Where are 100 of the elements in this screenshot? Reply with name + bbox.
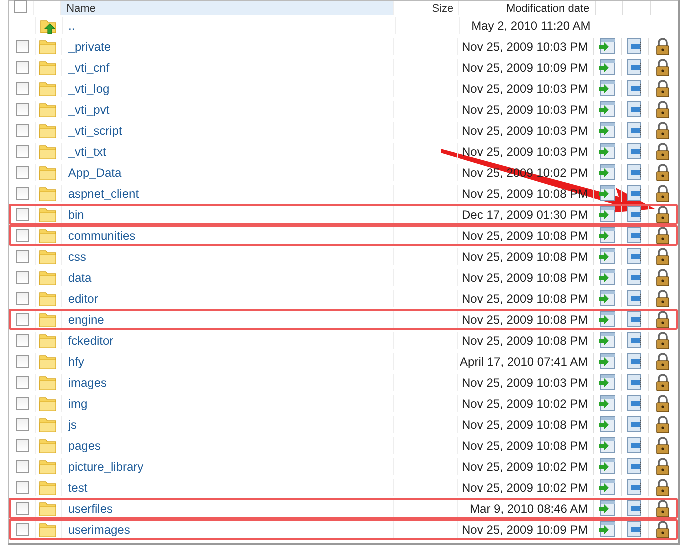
lock-icon[interactable] <box>656 80 670 98</box>
row-checkbox[interactable] <box>16 292 30 305</box>
lock-icon[interactable] <box>656 268 670 286</box>
lock-icon[interactable] <box>656 374 670 392</box>
row-checkbox[interactable] <box>16 376 30 389</box>
panel-icon[interactable] <box>626 206 644 223</box>
panel-icon[interactable] <box>626 416 644 433</box>
panel-icon[interactable] <box>626 311 644 328</box>
folder-name-link[interactable]: pages <box>68 438 102 452</box>
lock-icon[interactable] <box>656 500 670 518</box>
folder-name-link[interactable]: js <box>68 418 77 432</box>
row-checkbox[interactable] <box>16 355 30 368</box>
folder-name-link[interactable]: engine <box>68 312 104 326</box>
column-header[interactable]: Modification date <box>506 3 590 15</box>
row-checkbox[interactable] <box>16 271 30 284</box>
panel-icon[interactable] <box>626 59 644 76</box>
row-checkbox[interactable] <box>16 166 30 179</box>
folder-name-link[interactable]: communities <box>68 228 136 242</box>
panel-icon[interactable] <box>626 164 644 181</box>
folder-name-link[interactable]: _vti_script <box>68 124 122 138</box>
row-checkbox[interactable] <box>16 502 30 515</box>
row-checkbox[interactable] <box>16 40 30 53</box>
panel-icon[interactable] <box>626 395 644 412</box>
lock-icon[interactable] <box>656 436 670 454</box>
panel-icon[interactable] <box>626 458 644 475</box>
folder-name-link[interactable]: _vti_pvt <box>68 102 110 116</box>
select-all-checkbox[interactable] <box>14 0 28 13</box>
folder-name-link[interactable]: editor <box>68 292 98 306</box>
folder-name-link[interactable]: userfiles <box>68 502 113 516</box>
lock-icon[interactable] <box>656 38 670 56</box>
lock-icon[interactable] <box>656 416 670 434</box>
row-checkbox[interactable] <box>16 187 30 200</box>
row-checkbox[interactable] <box>16 208 30 221</box>
panel-icon[interactable] <box>626 248 644 265</box>
lock-icon[interactable] <box>656 248 670 266</box>
row-checkbox[interactable] <box>16 229 30 242</box>
panel-icon[interactable] <box>626 374 644 391</box>
panel-icon[interactable] <box>626 38 644 55</box>
row-checkbox[interactable] <box>16 418 30 431</box>
row-checkbox[interactable] <box>16 145 30 158</box>
row-checkbox[interactable] <box>16 334 30 347</box>
folder-name-link[interactable]: bin <box>68 208 84 222</box>
folder-name-link[interactable]: aspnet_client <box>68 186 140 200</box>
folder-name-link[interactable]: App_Data <box>68 166 122 180</box>
lock-icon[interactable] <box>656 184 670 202</box>
folder-name-link[interactable]: _vti_txt <box>68 144 106 158</box>
panel-icon[interactable] <box>626 353 644 370</box>
folder-name-link[interactable]: fckeditor <box>68 334 114 348</box>
lock-icon[interactable] <box>656 478 670 496</box>
lock-icon[interactable] <box>656 352 670 370</box>
folder-name-link[interactable]: _vti_cnf <box>68 60 110 74</box>
column-header[interactable]: Size <box>432 3 454 15</box>
lock-icon[interactable] <box>656 206 670 224</box>
folder-name-link[interactable]: picture_library <box>68 460 144 474</box>
panel-icon[interactable] <box>626 185 644 202</box>
row-checkbox[interactable] <box>16 250 30 263</box>
folder-name-link[interactable]: .. <box>68 18 76 32</box>
lock-icon[interactable] <box>656 100 670 118</box>
panel-icon[interactable] <box>626 437 644 454</box>
lock-icon[interactable] <box>656 332 670 350</box>
panel-icon[interactable] <box>626 122 644 139</box>
lock-icon[interactable] <box>656 458 670 476</box>
column-header[interactable]: Name <box>66 3 96 15</box>
folder-name-link[interactable]: css <box>68 250 86 264</box>
folder-name-link[interactable]: images <box>68 376 107 390</box>
row-checkbox[interactable] <box>16 460 30 473</box>
row-checkbox[interactable] <box>16 61 30 74</box>
row-checkbox[interactable] <box>16 313 30 326</box>
row-checkbox[interactable] <box>16 103 30 116</box>
folder-name-link[interactable]: test <box>68 480 88 494</box>
lock-icon[interactable] <box>656 310 670 328</box>
panel-icon[interactable] <box>626 500 644 517</box>
folder-name-link[interactable]: userimages <box>68 522 130 536</box>
lock-icon[interactable] <box>656 394 670 412</box>
folder-name-link[interactable]: _vti_log <box>68 82 110 96</box>
lock-icon[interactable] <box>656 290 670 308</box>
lock-icon[interactable] <box>656 58 670 76</box>
folder-name-link[interactable]: data <box>68 270 92 284</box>
folder-name-link[interactable]: img <box>68 396 88 410</box>
panel-icon[interactable] <box>626 227 644 244</box>
row-checkbox[interactable] <box>16 523 30 536</box>
row-checkbox[interactable] <box>16 124 30 137</box>
row-checkbox[interactable] <box>16 397 30 410</box>
panel-icon[interactable] <box>626 80 644 97</box>
row-checkbox[interactable] <box>16 481 30 494</box>
panel-icon[interactable] <box>626 479 644 496</box>
panel-icon[interactable] <box>626 269 644 286</box>
lock-icon[interactable] <box>656 520 670 538</box>
lock-icon[interactable] <box>656 142 670 160</box>
panel-icon[interactable] <box>626 521 644 538</box>
folder-name-link[interactable]: _private <box>68 40 112 54</box>
lock-icon[interactable] <box>656 164 670 182</box>
panel-icon[interactable] <box>626 290 644 307</box>
panel-icon[interactable] <box>626 143 644 160</box>
row-checkbox[interactable] <box>16 439 30 452</box>
panel-icon[interactable] <box>626 332 644 349</box>
row-checkbox[interactable] <box>16 82 30 95</box>
lock-icon[interactable] <box>656 226 670 244</box>
lock-icon[interactable] <box>656 122 670 140</box>
folder-name-link[interactable]: hfy <box>68 354 84 368</box>
